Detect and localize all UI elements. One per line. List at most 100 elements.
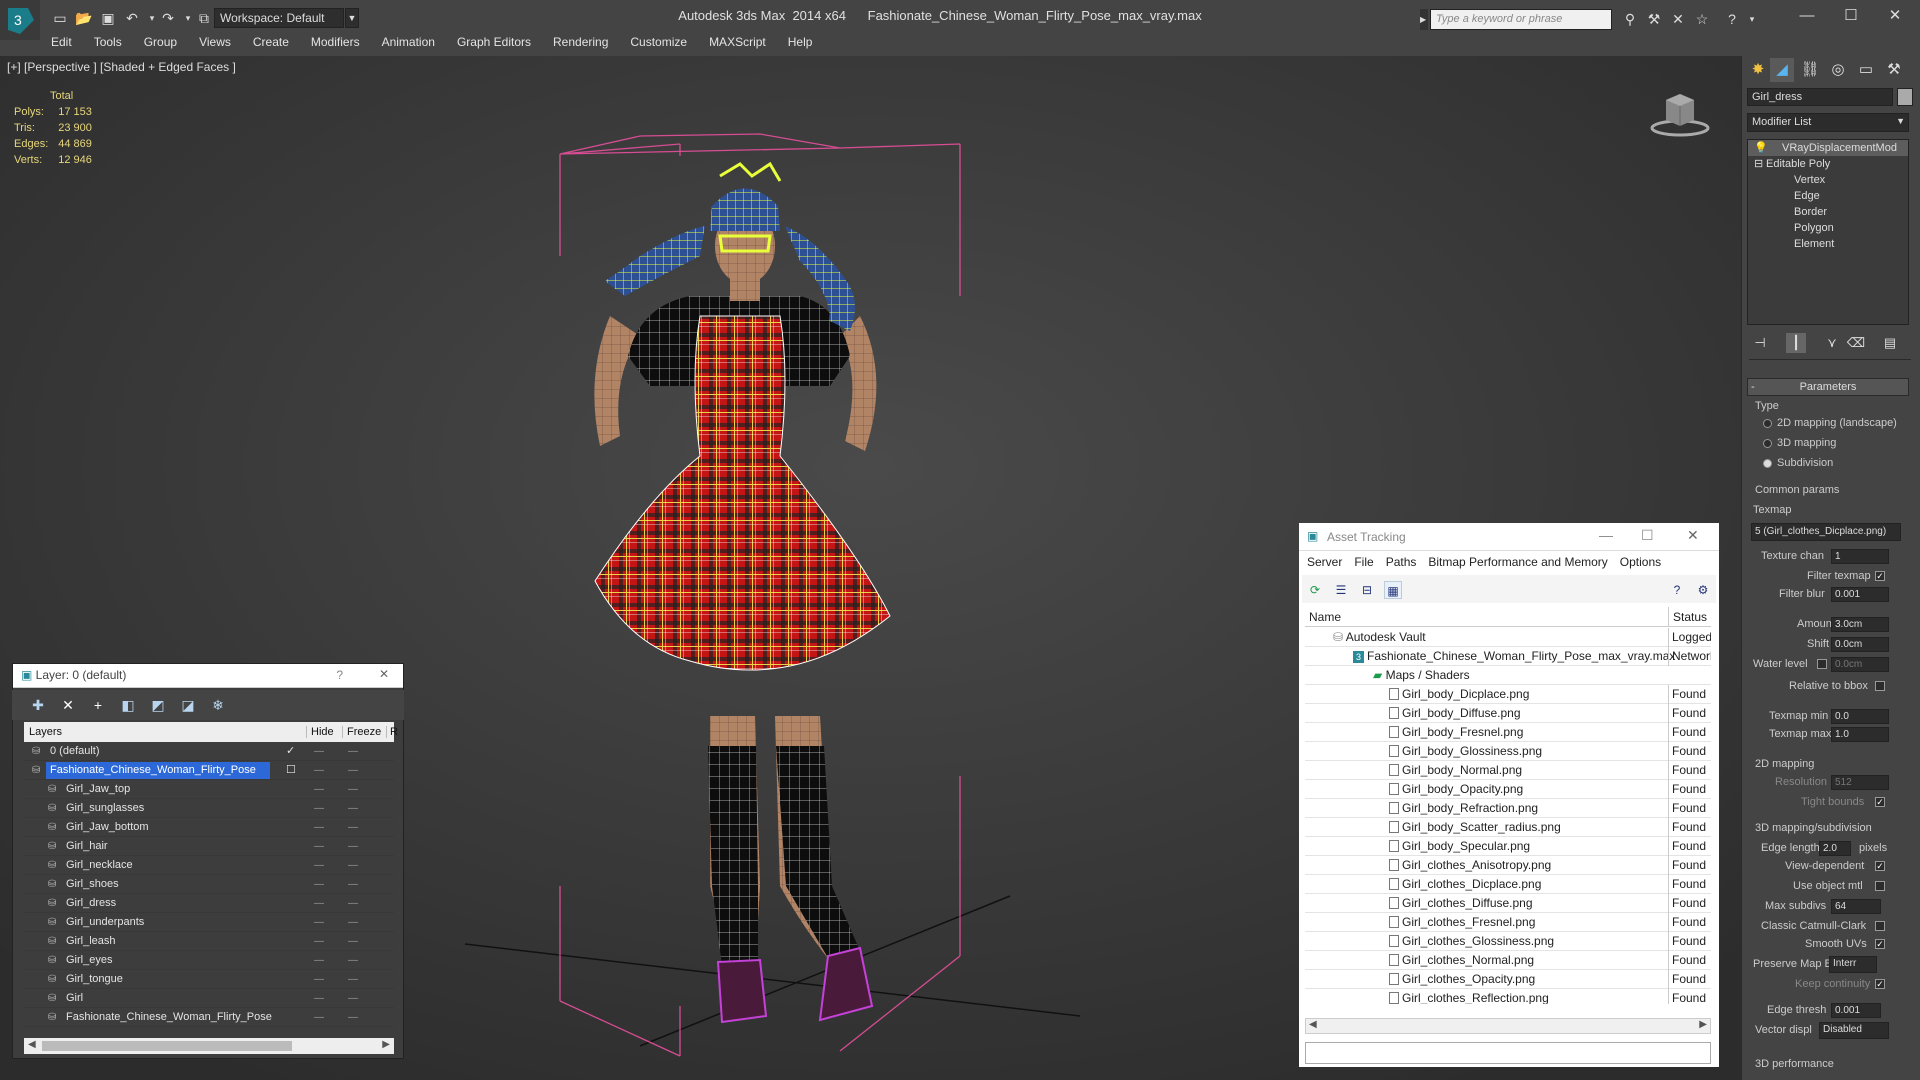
maximize-icon[interactable]: ☐ xyxy=(1641,527,1654,544)
layer-list-scrollbar[interactable]: ◀ ▶ xyxy=(24,1038,394,1054)
freeze-toggle[interactable]: — xyxy=(348,799,358,818)
modifier-stack-item[interactable]: Element xyxy=(1748,236,1908,252)
texmap-max-spinner[interactable]: 1.0 xyxy=(1831,727,1889,742)
asset-row[interactable]: Girl_clothes_Diffuse.png Found xyxy=(1305,894,1711,913)
shift-spinner[interactable]: 0.0cm xyxy=(1831,637,1889,652)
asset-row[interactable]: Girl_clothes_Reflection.png Found xyxy=(1305,989,1711,1004)
freeze-toggle[interactable]: — xyxy=(348,932,358,951)
asset-row[interactable]: Girl_body_Opacity.png Found xyxy=(1305,780,1711,799)
menu-graph-editors[interactable]: Graph Editors xyxy=(446,32,542,49)
remove-modifier-icon[interactable]: ⌫ xyxy=(1846,333,1866,353)
asset-row[interactable]: Girl_clothes_Dicplace.png Found xyxy=(1305,875,1711,894)
search-expand-icon[interactable]: ▶ xyxy=(1420,9,1428,30)
radio-subdivision[interactable] xyxy=(1763,459,1772,468)
asset-row[interactable]: Girl_clothes_Anisotropy.png Found xyxy=(1305,856,1711,875)
smooth-uvs-checkbox[interactable]: ✓ xyxy=(1875,939,1885,949)
asset-list-scrollbar[interactable]: ◀ ▶ xyxy=(1305,1018,1711,1034)
layer-row[interactable]: ⛁ Fashionate_Chinese_Woman_Flirty_Pose — — xyxy=(24,1008,394,1027)
texmap-min-spinner[interactable]: 0.0 xyxy=(1831,709,1889,724)
help-dropdown-icon[interactable]: ▾ xyxy=(1742,9,1762,29)
layer-row[interactable]: ⛁ Girl — — xyxy=(24,989,394,1008)
filter-blur-spinner[interactable]: 0.001 xyxy=(1831,587,1889,602)
redo-icon[interactable]: ↷ xyxy=(158,8,178,28)
freeze-toggle[interactable]: — xyxy=(348,856,358,875)
hide-toggle[interactable]: — xyxy=(314,837,324,856)
asset-row[interactable]: 3 Fashionate_Chinese_Woman_Flirty_Pose_ma… xyxy=(1305,647,1711,666)
asset-row[interactable]: Girl_body_Specular.png Found xyxy=(1305,837,1711,856)
asset-menu-bitmap[interactable]: Bitmap Performance and Memory xyxy=(1422,555,1613,569)
hide-toggle[interactable]: — xyxy=(314,818,324,837)
preserve-map-dropdown[interactable]: Interr xyxy=(1829,956,1877,973)
app-logo-button[interactable]: 3 xyxy=(0,0,40,40)
asset-row[interactable]: Girl_body_Diffuse.png Found xyxy=(1305,704,1711,723)
vector-displ-dropdown[interactable]: Disabled xyxy=(1819,1022,1889,1039)
scroll-right-icon[interactable]: ▶ xyxy=(1699,1019,1707,1030)
modifier-stack-item[interactable]: ⊟ Editable Poly xyxy=(1748,156,1908,172)
freeze-all-layers-icon[interactable]: ❄ xyxy=(208,695,228,715)
add-to-layer-icon[interactable]: + xyxy=(88,695,108,715)
binoculars-icon[interactable]: ⚲ xyxy=(1620,9,1640,29)
freeze-toggle[interactable]: — xyxy=(348,818,358,837)
object-color-swatch[interactable] xyxy=(1897,88,1913,106)
viewport-label[interactable]: [+] [Perspective ] [Shaded + Edged Faces… xyxy=(7,60,236,74)
freeze-toggle[interactable]: — xyxy=(348,1008,358,1027)
maximize-icon[interactable]: ☐ xyxy=(1836,4,1866,28)
freeze-toggle[interactable]: — xyxy=(348,989,358,1008)
hide-all-layers-icon[interactable]: ◪ xyxy=(178,695,198,715)
minimize-icon[interactable]: — xyxy=(1599,527,1613,543)
hide-toggle[interactable]: — xyxy=(314,989,324,1008)
delete-layer-icon[interactable]: ✕ xyxy=(58,695,78,715)
asset-path-field[interactable] xyxy=(1305,1042,1711,1064)
menu-create[interactable]: Create xyxy=(242,32,300,49)
modifier-list-dropdown[interactable]: Modifier List ▼ xyxy=(1747,113,1909,132)
motion-tab-icon[interactable]: ◎ xyxy=(1826,58,1850,82)
col-status[interactable]: Status xyxy=(1668,607,1707,627)
modifier-stack-item[interactable]: Polygon xyxy=(1748,220,1908,236)
freeze-toggle[interactable]: — xyxy=(348,742,358,761)
hide-toggle[interactable]: — xyxy=(314,970,324,989)
menu-customize[interactable]: Customize xyxy=(619,32,698,49)
modifier-stack-item[interactable]: 💡 VRayDisplacementMod xyxy=(1748,140,1908,156)
modifier-stack-item[interactable]: Edge xyxy=(1748,188,1908,204)
refresh-icon[interactable]: ⟳ xyxy=(1306,581,1324,599)
col-name[interactable]: Name xyxy=(1309,610,1341,624)
freeze-toggle[interactable]: — xyxy=(348,894,358,913)
pin-stack-icon[interactable]: ⊣ xyxy=(1750,333,1770,353)
modifier-stack-item[interactable]: Border xyxy=(1748,204,1908,220)
col-freeze[interactable]: Freeze xyxy=(342,726,381,738)
max-subdivs-spinner[interactable]: 64 xyxy=(1831,899,1881,914)
help-icon[interactable]: ? xyxy=(336,668,343,682)
hide-toggle[interactable]: — xyxy=(314,856,324,875)
project-folder-icon[interactable]: ⧉ xyxy=(194,8,214,28)
layer-row[interactable]: ⛁ Girl_necklace — — xyxy=(24,856,394,875)
utilities-tab-icon[interactable]: ⚒ xyxy=(1882,58,1906,82)
menu-help[interactable]: Help xyxy=(777,32,824,49)
menu-maxscript[interactable]: MAXScript xyxy=(698,32,777,49)
scroll-right-icon[interactable]: ▶ xyxy=(382,1039,390,1050)
view-dependent-checkbox[interactable]: ✓ xyxy=(1875,861,1885,871)
texmap-button[interactable]: 5 (Girl_clothes_Dicplace.png) xyxy=(1751,523,1901,541)
layer-row[interactable]: ⛁ Girl_leash — — xyxy=(24,932,394,951)
hide-toggle[interactable]: — xyxy=(314,913,324,932)
menu-group[interactable]: Group xyxy=(133,32,188,49)
asset-row[interactable]: Girl_clothes_Normal.png Found xyxy=(1305,951,1711,970)
favorites-star-icon[interactable]: ☆ xyxy=(1692,9,1712,29)
undo-icon[interactable]: ↶ xyxy=(122,8,142,28)
hide-toggle[interactable]: — xyxy=(314,761,324,780)
asset-row[interactable]: Girl_body_Dicplace.png Found xyxy=(1305,685,1711,704)
edge-thresh-spinner[interactable]: 0.001 xyxy=(1831,1003,1881,1018)
list-view-icon[interactable]: ☰ xyxy=(1332,581,1350,599)
freeze-toggle[interactable]: — xyxy=(348,875,358,894)
close-icon[interactable]: ✕ xyxy=(1687,527,1699,544)
water-level-checkbox[interactable] xyxy=(1817,659,1827,669)
freeze-toggle[interactable]: — xyxy=(348,970,358,989)
current-layer-check[interactable]: ☐ xyxy=(286,761,296,780)
save-file-icon[interactable]: ▣ xyxy=(98,8,118,28)
modifier-stack-item[interactable]: Vertex xyxy=(1748,172,1908,188)
asset-row[interactable]: ▰ Maps / Shaders xyxy=(1305,666,1711,685)
layer-row[interactable]: ⛁ Girl_shoes — — xyxy=(24,875,394,894)
viewcube[interactable] xyxy=(1650,90,1710,138)
modify-tab-icon[interactable]: ◢ xyxy=(1770,58,1794,82)
hide-toggle[interactable]: — xyxy=(314,799,324,818)
asset-menu-options[interactable]: Options xyxy=(1614,555,1667,569)
